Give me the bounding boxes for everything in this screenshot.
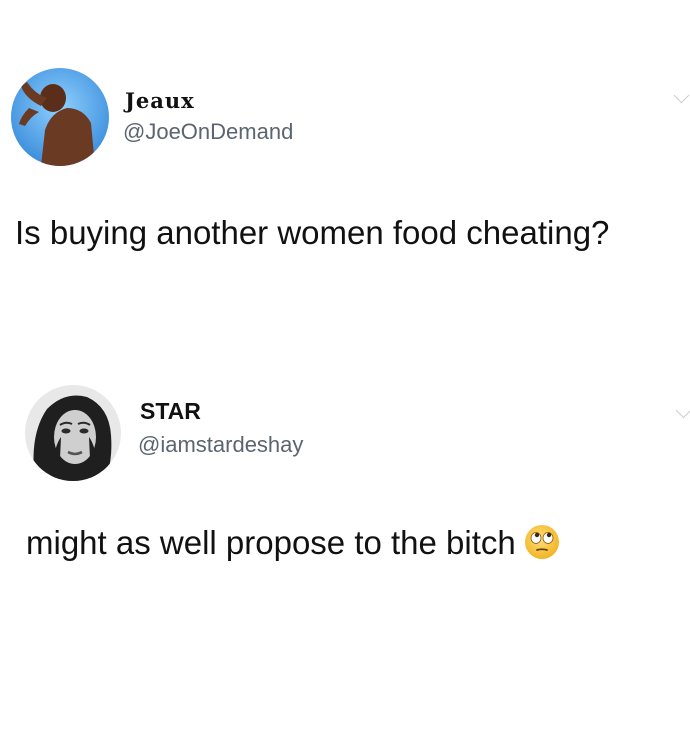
tweet-card: STAR @iamstardeshay might as well propos… [0, 380, 690, 561]
tweet-text: might as well propose to the bitch [26, 520, 686, 566]
woman-avatar-icon [25, 385, 121, 481]
man-avatar-icon [11, 68, 109, 166]
face-with-rolling-eyes-icon [524, 524, 560, 560]
avatar[interactable] [25, 385, 121, 481]
chevron-down-icon[interactable] [675, 402, 690, 419]
tweet-text-content: might as well propose to the bitch [26, 524, 516, 561]
tweet-header: STAR @iamstardeshay [0, 380, 690, 490]
tweet-card: Jeaux @JoeOnDemand Is buying another wom… [0, 60, 690, 251]
tweet-text: Is buying another women food cheating? [15, 214, 610, 251]
tweet-header: Jeaux @JoeOnDemand [0, 60, 690, 170]
user-handle[interactable]: @iamstardeshay [138, 432, 303, 458]
display-name[interactable]: Jeaux [125, 88, 195, 113]
chevron-down-icon[interactable] [673, 87, 690, 104]
avatar[interactable] [11, 68, 109, 166]
user-handle[interactable]: @JoeOnDemand [123, 119, 293, 145]
display-name[interactable]: STAR [140, 398, 201, 425]
